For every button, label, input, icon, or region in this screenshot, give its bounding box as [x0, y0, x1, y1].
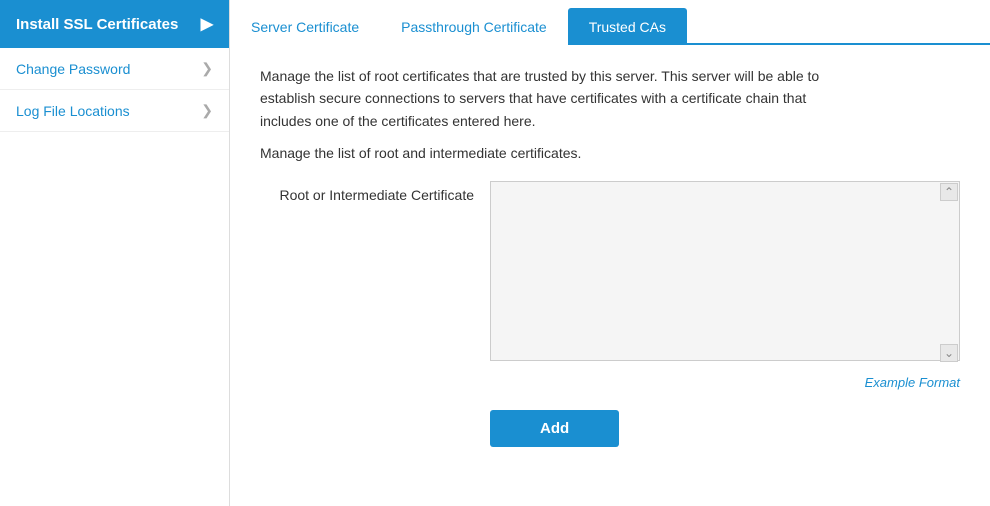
description-block: Manage the list of root certificates tha…: [260, 65, 860, 165]
example-format-link-wrapper: Example Format: [490, 374, 960, 390]
scroll-down-button[interactable]: ⌄: [940, 344, 958, 362]
sidebar-item-log-file-locations[interactable]: Log File Locations ❯: [0, 90, 229, 132]
tab-content: Manage the list of root certificates tha…: [230, 45, 990, 506]
example-format-link[interactable]: Example Format: [865, 375, 960, 390]
add-button[interactable]: Add: [490, 410, 619, 447]
main-content: Server Certificate Passthrough Certifica…: [230, 0, 990, 506]
sidebar-item-label: Change Password: [16, 61, 130, 77]
sidebar: Install SSL Certificates ▶ Change Passwo…: [0, 0, 230, 506]
scroll-up-button[interactable]: ⌃: [940, 183, 958, 201]
sidebar-header-chevron-icon: ▶: [201, 14, 213, 34]
sidebar-install-ssl[interactable]: Install SSL Certificates ▶: [0, 0, 229, 48]
certificate-form-row: Root or Intermediate Certificate ⌃ ⌄: [260, 181, 960, 364]
sidebar-item-label: Log File Locations: [16, 103, 130, 119]
certificate-field-label: Root or Intermediate Certificate: [260, 181, 490, 203]
tab-passthrough-certificate[interactable]: Passthrough Certificate: [380, 8, 568, 45]
certificate-textarea[interactable]: [490, 181, 960, 361]
tab-server-certificate[interactable]: Server Certificate: [230, 8, 380, 45]
sidebar-item-change-password[interactable]: Change Password ❯: [0, 48, 229, 90]
tab-bar: Server Certificate Passthrough Certifica…: [230, 0, 990, 45]
sidebar-header-label: Install SSL Certificates: [16, 16, 178, 33]
tab-trusted-cas[interactable]: Trusted CAs: [568, 8, 687, 45]
description-text-1: Manage the list of root certificates tha…: [260, 65, 860, 132]
certificate-textarea-wrapper: ⌃ ⌄: [490, 181, 960, 364]
description-text-2: Manage the list of root and intermediate…: [260, 142, 860, 164]
chevron-right-icon: ❯: [201, 60, 213, 77]
chevron-right-icon: ❯: [201, 102, 213, 119]
